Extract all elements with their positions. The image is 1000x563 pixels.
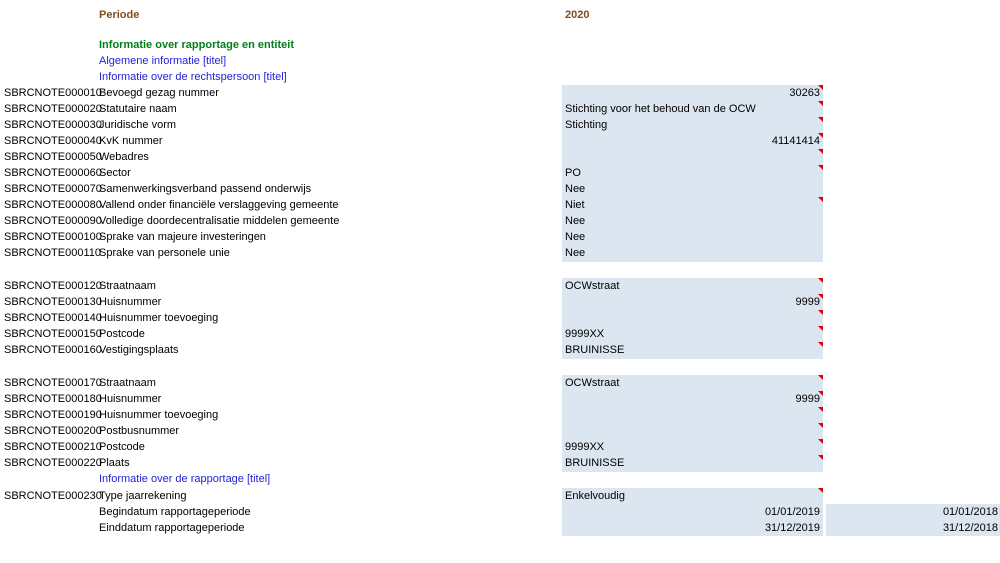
comment-marker-icon[interactable] bbox=[818, 165, 823, 170]
comment-marker-icon[interactable] bbox=[818, 439, 823, 444]
comment-marker-icon[interactable] bbox=[818, 85, 823, 90]
row-label: Einddatum rapportageperiode bbox=[99, 522, 245, 534]
row-code: SBRCNOTE000050 bbox=[4, 151, 102, 163]
row-value[interactable]: Stichting bbox=[565, 117, 607, 133]
row-value[interactable]: Nee bbox=[565, 245, 585, 261]
comment-marker-icon[interactable] bbox=[818, 278, 823, 283]
row-label: Huisnummer bbox=[99, 296, 162, 308]
comment-marker-icon[interactable] bbox=[818, 455, 823, 460]
row-code: SBRCNOTE000220 bbox=[4, 457, 102, 469]
row-label: Postbusnummer bbox=[99, 425, 180, 437]
comment-marker-icon[interactable] bbox=[818, 310, 823, 315]
section-title-info: Informatie over rapportage en entiteit bbox=[99, 39, 294, 51]
row-label: Sector bbox=[99, 167, 131, 179]
row-label: Straatnaam bbox=[99, 377, 156, 389]
section-title-rechtspersoon: Informatie over de rechtspersoon [titel] bbox=[99, 71, 287, 83]
begin-date-prev[interactable]: 01/01/2018 bbox=[943, 504, 998, 520]
row-code: SBRCNOTE000190 bbox=[4, 409, 102, 421]
row-value[interactable]: Nee bbox=[565, 213, 585, 229]
year-header: 2020 bbox=[565, 9, 590, 21]
row-label: Huisnummer toevoeging bbox=[99, 312, 219, 324]
row-code: SBRCNOTE000160 bbox=[4, 344, 102, 356]
comment-marker-icon[interactable] bbox=[818, 391, 823, 396]
row-label: Juridische vorm bbox=[99, 119, 177, 131]
row-label: Postcode bbox=[99, 441, 145, 453]
row-code: SBRCNOTE000110 bbox=[4, 247, 102, 259]
row-label: Webadres bbox=[99, 151, 149, 163]
row-label: Volledige doordecentralisatie middelen g… bbox=[99, 215, 340, 227]
row-code: SBRCNOTE000130 bbox=[4, 296, 102, 308]
row-label: Vestigingsplaats bbox=[99, 344, 179, 356]
end-date-2020[interactable]: 31/12/2019 bbox=[765, 520, 820, 536]
row-label: Plaats bbox=[99, 457, 130, 469]
comment-marker-icon[interactable] bbox=[818, 294, 823, 299]
comment-marker-icon[interactable] bbox=[818, 133, 823, 138]
comment-marker-icon[interactable] bbox=[818, 101, 823, 106]
periode-header: Periode bbox=[99, 9, 140, 21]
row-code: SBRCNOTE000210 bbox=[4, 441, 102, 453]
row-value[interactable]: Nee bbox=[565, 181, 585, 197]
row-label: Type jaarrekening bbox=[99, 490, 187, 502]
row-value[interactable]: Enkelvoudig bbox=[565, 488, 625, 504]
comment-marker-icon[interactable] bbox=[818, 407, 823, 412]
row-label: KvK nummer bbox=[99, 135, 163, 147]
row-label: Huisnummer bbox=[99, 393, 162, 405]
row-code: SBRCNOTE000040 bbox=[4, 135, 102, 147]
row-value[interactable]: PO bbox=[565, 165, 581, 181]
comment-marker-icon[interactable] bbox=[818, 149, 823, 154]
row-value[interactable]: 9999 bbox=[796, 294, 820, 310]
row-value[interactable]: Stichting voor het behoud van de OCW bbox=[565, 101, 756, 117]
row-label: Statutaire naam bbox=[99, 103, 177, 115]
row-code: SBRCNOTE000030 bbox=[4, 119, 102, 131]
row-value[interactable]: BRUINISSE bbox=[565, 342, 624, 358]
row-code: SBRCNOTE000150 bbox=[4, 328, 102, 340]
row-value[interactable]: 30263 bbox=[789, 85, 820, 101]
row-code: SBRCNOTE000140 bbox=[4, 312, 102, 324]
section-title-rapportage: Informatie over de rapportage [titel] bbox=[99, 473, 271, 485]
row-label: Sprake van majeure investeringen bbox=[99, 231, 266, 243]
row-label: Begindatum rapportageperiode bbox=[99, 506, 251, 518]
row-code: SBRCNOTE000090 bbox=[4, 215, 102, 227]
end-date-prev[interactable]: 31/12/2018 bbox=[943, 520, 998, 536]
row-code: SBRCNOTE000080 bbox=[4, 199, 102, 211]
row-code: SBRCNOTE000100 bbox=[4, 231, 102, 243]
comment-marker-icon[interactable] bbox=[818, 423, 823, 428]
row-value[interactable]: Nee bbox=[565, 229, 585, 245]
row-code: SBRCNOTE000230 bbox=[4, 490, 102, 502]
comment-marker-icon[interactable] bbox=[818, 342, 823, 347]
row-code: SBRCNOTE000010 bbox=[4, 87, 102, 99]
row-value[interactable]: 41141414 bbox=[772, 133, 820, 149]
row-label: Postcode bbox=[99, 328, 145, 340]
row-label: Bevoegd gezag nummer bbox=[99, 87, 219, 99]
row-label: Huisnummer toevoeging bbox=[99, 409, 219, 421]
row-code: SBRCNOTE000120 bbox=[4, 280, 102, 292]
row-value[interactable]: 9999XX bbox=[565, 439, 604, 455]
section-title-algemeen: Algemene informatie [titel] bbox=[99, 55, 227, 67]
row-label: Straatnaam bbox=[99, 280, 156, 292]
row-label: Samenwerkingsverband passend onderwijs bbox=[99, 183, 312, 195]
row-value[interactable]: 9999XX bbox=[565, 326, 604, 342]
row-code: SBRCNOTE000200 bbox=[4, 425, 102, 437]
comment-marker-icon[interactable] bbox=[818, 117, 823, 122]
comment-marker-icon[interactable] bbox=[818, 375, 823, 380]
row-code: SBRCNOTE000070 bbox=[4, 183, 102, 195]
row-code: SBRCNOTE000170 bbox=[4, 377, 102, 389]
row-code: SBRCNOTE000060 bbox=[4, 167, 102, 179]
row-value[interactable]: BRUINISSE bbox=[565, 455, 624, 471]
comment-marker-icon[interactable] bbox=[818, 197, 823, 202]
comment-marker-icon[interactable] bbox=[818, 488, 823, 493]
row-label: Sprake van personele unie bbox=[99, 247, 230, 259]
row-value[interactable]: OCWstraat bbox=[565, 278, 619, 294]
begin-date-2020[interactable]: 01/01/2019 bbox=[765, 504, 820, 520]
row-label: Vallend onder financiële verslaggeving g… bbox=[99, 199, 339, 211]
row-value[interactable]: OCWstraat bbox=[565, 375, 619, 391]
row-code: SBRCNOTE000180 bbox=[4, 393, 102, 405]
row-value[interactable]: Niet bbox=[565, 197, 585, 213]
comment-marker-icon[interactable] bbox=[818, 326, 823, 331]
row-code: SBRCNOTE000020 bbox=[4, 103, 102, 115]
row-value[interactable]: 9999 bbox=[796, 391, 820, 407]
